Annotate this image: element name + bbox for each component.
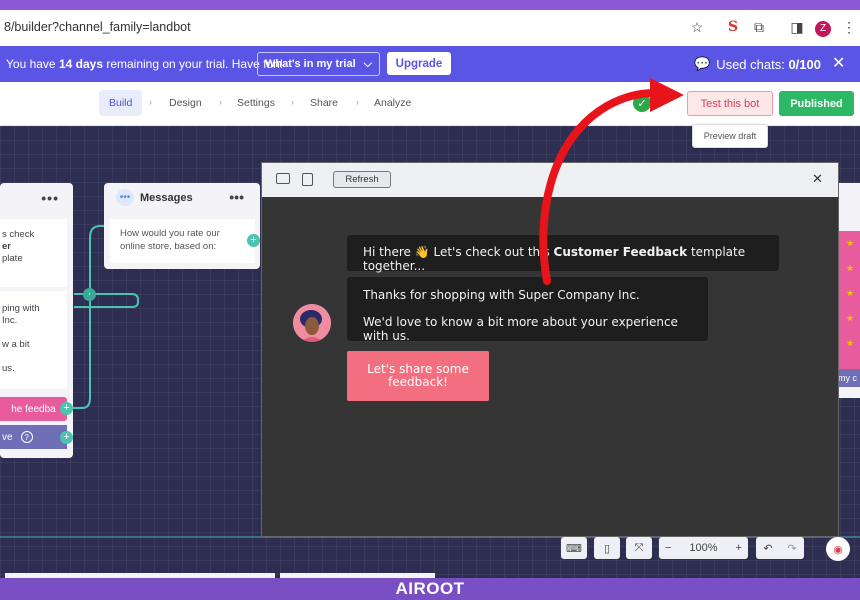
desktop-view-icon[interactable] (276, 173, 290, 184)
message-icon: ••• (116, 189, 134, 206)
preview-draft-tooltip: Preview draft (692, 124, 768, 148)
used-chats: 💬 Used chats: 0/100 (694, 56, 821, 72)
separator: › (356, 97, 359, 107)
mouse-icon[interactable]: ▯ (594, 537, 620, 559)
node-text: s check er plate (0, 219, 67, 287)
address-bar[interactable]: 8/builder?channel_family=landbot (4, 20, 191, 34)
zoom-level: 100% (689, 542, 718, 554)
tab-share[interactable]: Share (300, 90, 348, 116)
check-icon: ✓ (633, 94, 651, 112)
zoom-out-icon[interactable]: − (665, 542, 671, 554)
fit-screen-icon[interactable]: ⤧ (626, 537, 652, 559)
browser-toolbar: 8/builder?channel_family=landbot ☆ S ⧉ ◨… (0, 0, 860, 46)
help-icon: ? (20, 431, 33, 443)
bot-message: Thanks for shopping with Super Company I… (347, 277, 708, 343)
message-text: How would you rate our online store, bas… (110, 219, 255, 263)
feedback-option-button[interactable]: he feedba (0, 397, 67, 421)
close-icon[interactable]: ✕ (812, 171, 823, 187)
undo-icon[interactable]: ↶ (763, 542, 772, 555)
close-icon[interactable]: ✕ (832, 53, 845, 73)
connector-node-icon[interactable]: · (83, 288, 96, 301)
add-connection-icon[interactable]: + (60, 431, 73, 444)
keyboard-icon[interactable]: ⌨ (561, 537, 587, 559)
trial-banner: You have 14 days remaining on your trial… (0, 46, 860, 82)
builder-canvas[interactable]: ••• s check er plate ping with Inc. w a … (0, 126, 860, 578)
whats-in-trial-button[interactable]: What's in my trial ⌵ (257, 52, 380, 76)
redo-icon[interactable]: ↷ (787, 542, 796, 555)
tablet-view-icon[interactable] (302, 173, 313, 186)
app-header: Build › Design › Settings › Share › Anal… (0, 82, 860, 126)
separator: › (149, 97, 152, 107)
node-text: ping with Inc. w a bit us. (0, 291, 67, 389)
tab-build[interactable]: Build (99, 90, 143, 116)
purple-option-button[interactable]: ve? (0, 425, 67, 449)
puzzle-icon[interactable]: ⧉ (748, 16, 770, 38)
brand-watermark: AIROOT (0, 578, 860, 600)
separator: › (219, 97, 222, 107)
left-flow-node[interactable]: ••• s check er plate ping with Inc. w a … (0, 183, 73, 458)
messages-node[interactable]: ••• Messages ••• How would you rate our … (104, 183, 260, 269)
preview-header: Refresh ✕ (262, 163, 838, 197)
separator: › (291, 97, 294, 107)
bot-message: Hi there 👋 Let's check out this Customer… (347, 235, 779, 273)
extension-icon[interactable]: S (722, 16, 744, 38)
tab-analyze[interactable]: Analyze (364, 90, 421, 116)
add-connection-icon[interactable]: + (60, 402, 73, 415)
chevron-down-icon: ⌵ (363, 57, 372, 70)
star-icon[interactable]: ☆ (686, 16, 708, 38)
refresh-button[interactable]: Refresh (333, 171, 391, 188)
zoom-in-icon[interactable]: + (736, 542, 742, 554)
sidepanel-icon[interactable]: ◨ (786, 16, 808, 38)
history-control: ↶ ↷ (756, 537, 804, 559)
rating-options: ★ ★ ★ ★ ★ (838, 231, 860, 381)
support-icon[interactable]: ◉ (826, 537, 850, 561)
chat-icon: 💬 (694, 56, 711, 71)
add-connection-icon[interactable]: + (247, 234, 260, 247)
bot-avatar (293, 304, 331, 342)
trial-text: You have 14 days remaining on your trial… (6, 57, 284, 71)
tab-design[interactable]: Design (159, 90, 212, 116)
preview-window: Refresh ✕ Hi there 👋 Let's check out thi… (261, 162, 839, 537)
right-flow-node[interactable]: ★ ★ ★ ★ ★ my c (838, 183, 860, 398)
test-bot-button[interactable]: Test this bot (687, 91, 773, 116)
zoom-control: − 100% + (659, 537, 748, 559)
partial-option[interactable]: my c (838, 369, 860, 387)
share-feedback-button[interactable]: Let's share some feedback! (347, 351, 489, 401)
upgrade-button[interactable]: Upgrade (387, 52, 451, 75)
more-icon[interactable]: ••• (41, 190, 59, 206)
profile-avatar[interactable]: Z (812, 16, 834, 38)
menu-icon[interactable]: ⋮ (838, 16, 860, 38)
more-icon[interactable]: ••• (229, 189, 244, 205)
published-button[interactable]: Published (779, 91, 854, 116)
tab-settings[interactable]: Settings (227, 90, 285, 116)
